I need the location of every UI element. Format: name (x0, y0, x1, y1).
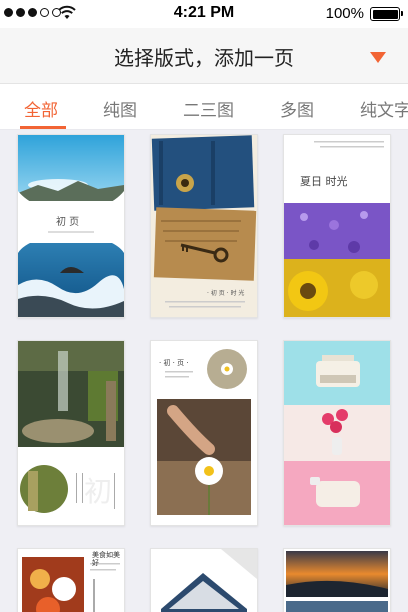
sea-template-image: 初 页 (18, 135, 124, 317)
daisy-template-image: · 初 · 页 · (151, 341, 257, 525)
summer-template-title: 夏日 时光 (300, 175, 348, 188)
caret-down-icon[interactable] (370, 52, 386, 63)
tab-pure-image[interactable]: 纯图 (103, 96, 137, 121)
template-card-pastel[interactable] (283, 340, 391, 526)
tab-all[interactable]: 全部 (24, 96, 58, 121)
status-bar: 4:21 PM 100% (0, 0, 408, 28)
template-card-waterfall[interactable]: 初 (17, 340, 125, 526)
svg-text:初 页: 初 页 (56, 215, 79, 228)
template-card-food[interactable]: 美食如美好 (17, 548, 125, 612)
pastel-template-image (284, 341, 390, 525)
tab-text-only[interactable]: 纯文字 (360, 96, 408, 121)
food-template-caption: 美食如美好 (92, 551, 120, 567)
header: 选择版式，添加一页 (0, 28, 408, 84)
template-card-sunset[interactable] (283, 548, 391, 612)
battery-icon (370, 7, 403, 21)
tab-multi-image[interactable]: 多图 (280, 96, 314, 121)
waterfall-template-image: 初 (18, 341, 124, 525)
summer-template-image (284, 135, 390, 317)
battery-percent: 100% (325, 5, 364, 22)
key-template-image: · 初 页 · 时 光 (151, 135, 257, 317)
svg-text:· 初 · 页 ·: · 初 · 页 · (159, 358, 189, 367)
svg-text:· 初 页 · 时 光: · 初 页 · 时 光 (207, 289, 244, 297)
template-card-house[interactable] (150, 548, 258, 612)
house-template-image (151, 549, 257, 612)
tab-two-three-image[interactable]: 二三图 (183, 96, 234, 121)
sunset-template-image (284, 549, 390, 612)
template-grid: 初 页 · 初 页 · 时 光 初 · 初 · 页 · 美食如美好 夏日 时光 (0, 130, 408, 612)
template-card-key[interactable]: · 初 页 · 时 光 (150, 134, 258, 318)
template-card-daisy[interactable]: · 初 · 页 · (150, 340, 258, 526)
active-tab-indicator (20, 126, 66, 129)
page-title: 选择版式，添加一页 (114, 46, 294, 70)
template-card-summer[interactable] (283, 134, 391, 318)
svg-text:初: 初 (84, 475, 112, 508)
template-card-sea[interactable]: 初 页 (17, 134, 125, 318)
category-tabs: 全部 纯图 二三图 多图 纯文字 (0, 84, 408, 130)
